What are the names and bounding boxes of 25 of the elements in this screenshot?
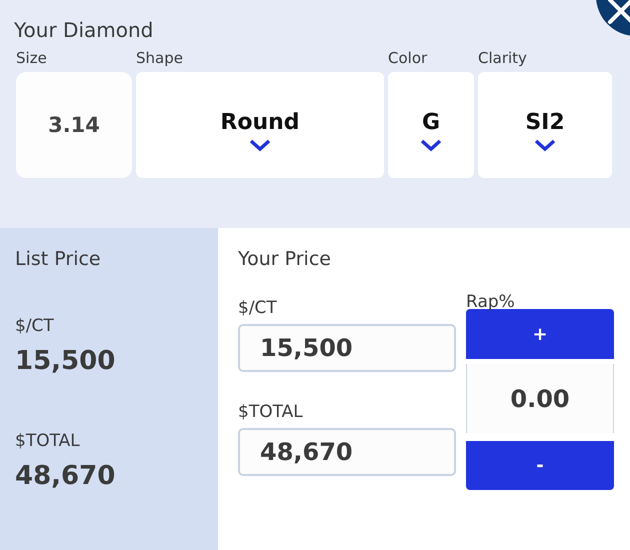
price-label: $/CT [238,298,278,320]
price-label: $/CT [15,316,55,336]
your-price-title: Your Price [238,248,332,270]
increment-button[interactable]: + [466,309,614,359]
chevron-down-icon [534,139,556,152]
decrement-button[interactable]: - [466,441,614,490]
price-value: 15,500 [15,346,116,376]
chevron-down-icon [420,139,442,152]
dropdown[interactable]: G [388,72,474,178]
chevron-down-icon [249,139,271,152]
field-label: Color [388,49,428,67]
total-field[interactable]: 48,670 [238,428,456,476]
list-price-title: List Price [15,248,102,270]
total-label: $TOTAL [15,431,81,451]
rap-field[interactable]: 0.00 [466,364,614,433]
section-title: Your Diamond [14,18,154,42]
total-value: 48,670 [15,461,116,491]
size-field[interactable]: 3.14 [16,72,132,178]
price-field[interactable]: 15,500 [238,324,456,372]
dropdown[interactable]: SI2 [478,72,612,178]
field-label: Clarity [478,49,528,67]
field-label: Size [16,49,48,67]
field-label: Shape [136,49,184,67]
total-label: $TOTAL [238,402,304,424]
dropdown[interactable]: Round [136,72,384,178]
